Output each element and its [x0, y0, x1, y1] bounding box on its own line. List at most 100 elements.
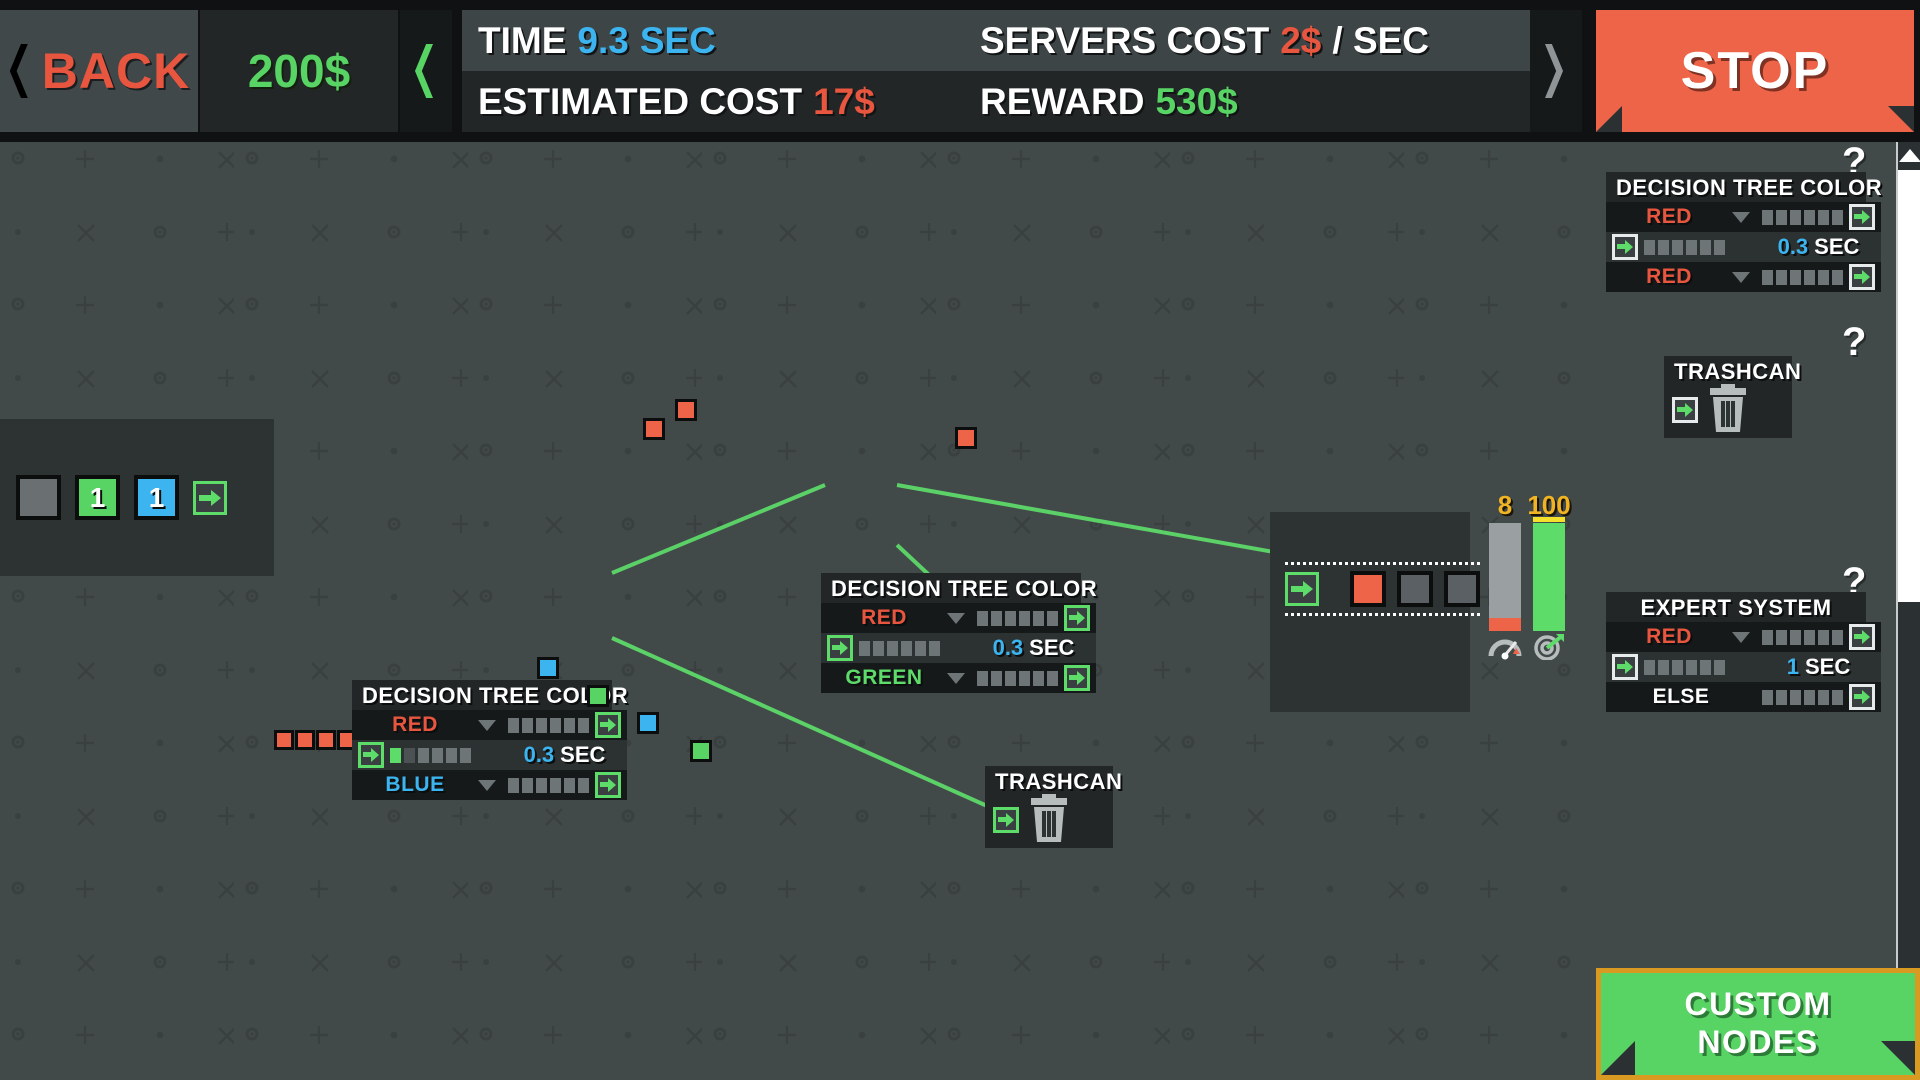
back-button-label: BACK: [41, 43, 191, 99]
chevron-down-icon[interactable]: [1732, 271, 1750, 283]
condition-row-1[interactable]: RED: [821, 603, 971, 633]
stats-prev-button[interactable]: [400, 10, 452, 132]
swatch-green: 1: [75, 475, 120, 520]
source-node[interactable]: 1 1: [0, 419, 274, 576]
packet-in-transit: [537, 657, 559, 679]
output-slot: [1397, 571, 1433, 607]
gauge-value: 8: [1497, 490, 1513, 520]
node-processing-time[interactable]: 0.3 SEC: [971, 633, 1096, 663]
help-icon-2[interactable]: ?: [1842, 320, 1866, 365]
node-input-port[interactable]: [358, 742, 384, 768]
condition-row-2[interactable]: BLUE: [352, 770, 502, 800]
money-value: 200$: [247, 45, 351, 97]
node-decision-tree-1[interactable]: DECISION TREE COLOR RED BLUE 0.3 SEC: [352, 680, 628, 800]
packet-in-transit: [587, 685, 609, 707]
arrow-right-icon: [1854, 270, 1870, 284]
chevron-down-icon[interactable]: [1732, 631, 1750, 643]
arrow-right-icon: [600, 778, 616, 792]
palette-scroll-area[interactable]: ? DECISION TREE COLOR RED RED 0.3 SEC ? …: [1596, 142, 1896, 1080]
palette-output-port-1[interactable]: [1849, 204, 1875, 230]
palette-output-port-1[interactable]: [1849, 624, 1875, 650]
node-output-port-1[interactable]: [1064, 605, 1090, 631]
target-icon: [1534, 634, 1564, 660]
condition-row-1[interactable]: RED: [1606, 622, 1756, 652]
node-output-port-2[interactable]: [595, 772, 621, 798]
packet: [274, 730, 294, 750]
arrow-right-icon: [363, 748, 379, 762]
chevron-down-icon[interactable]: [947, 612, 965, 624]
swatch-blue: 1: [134, 475, 179, 520]
palette-input-port[interactable]: [1612, 654, 1638, 680]
palette-outputs: 0.3 SEC: [1756, 202, 1881, 292]
stats-next-button[interactable]: [1530, 10, 1582, 132]
node-input-port[interactable]: [827, 635, 853, 661]
back-button[interactable]: BACK: [0, 10, 198, 132]
palette-scrollbar[interactable]: [1896, 142, 1920, 1080]
custom-nodes-line-2: NODES: [1697, 1024, 1819, 1060]
palette-output-port-2[interactable]: [1849, 264, 1875, 290]
arrow-right-icon: [1069, 671, 1085, 685]
node-title: DECISION TREE COLOR: [831, 576, 1098, 601]
source-output-port[interactable]: [193, 480, 227, 515]
palette-item-expert-system[interactable]: EXPERT SYSTEM RED ELSE 1 SEC: [1606, 592, 1881, 712]
node-decision-tree-2[interactable]: DECISION TREE COLOR RED GREEN 0.3 SEC: [821, 573, 1098, 693]
trashcan-input-port[interactable]: [993, 807, 1019, 833]
palette-outputs: 1 SEC: [1756, 622, 1881, 712]
condition-row-1[interactable]: RED: [352, 710, 502, 740]
stat-label: ESTIMATED COST: [478, 80, 803, 122]
condition-row-2[interactable]: RED: [1606, 262, 1756, 292]
gauge-accuracy: 100: [1527, 490, 1571, 660]
node-output-port-2[interactable]: [1064, 665, 1090, 691]
node-processing-time[interactable]: 0.3 SEC: [502, 740, 627, 770]
packet-in-transit: [637, 712, 659, 734]
palette-output-port-2[interactable]: [1849, 684, 1875, 710]
arrow-right-icon: [1677, 403, 1693, 417]
palette-processing-time[interactable]: 1 SEC: [1756, 652, 1881, 682]
time-value: 0.3: [1777, 234, 1809, 259]
palette-item-body: RED RED 0.3 SEC: [1606, 202, 1881, 292]
arrow-right-icon: [832, 641, 848, 655]
arrow-right-icon: [600, 718, 616, 732]
time-unit: SEC: [1814, 234, 1860, 259]
gauge-speed: 8: [1488, 490, 1522, 660]
input-capacity-pips: [390, 747, 471, 763]
condition-row-1[interactable]: RED: [1606, 202, 1756, 232]
chevron-down-icon[interactable]: [478, 779, 496, 791]
swatch-count: 1: [148, 481, 165, 513]
condition-row-2[interactable]: GREEN: [821, 663, 971, 693]
palette-item-decision-tree[interactable]: DECISION TREE COLOR RED RED 0.3 SEC: [1606, 172, 1882, 292]
arrow-right-icon: [199, 489, 221, 507]
stat-unit: / SEC: [1332, 19, 1430, 61]
chevron-down-icon[interactable]: [947, 672, 965, 684]
node-conditions: RED BLUE: [352, 710, 502, 800]
palette-item-trashcan[interactable]: TRASHCAN: [1664, 356, 1801, 438]
output-slot: [1444, 571, 1480, 607]
arrow-right-icon: [1854, 690, 1870, 704]
time-value: 1: [1786, 654, 1799, 679]
node-input-row: [821, 633, 971, 663]
output-row-2: [971, 663, 1096, 693]
packet-in-transit: [690, 740, 712, 762]
time-value: 0.3: [523, 742, 555, 767]
chevron-down-icon[interactable]: [1732, 211, 1750, 223]
node-canvas[interactable]: 1 1 DECISION TREE COLOR RED BLUE 0.3 SEC…: [0, 142, 1596, 1080]
palette-processing-time[interactable]: 0.3 SEC: [1756, 232, 1881, 262]
scrollbar-thumb[interactable]: [1898, 170, 1920, 602]
arrow-right-icon: [1617, 240, 1633, 254]
node-trashcan[interactable]: TRASHCAN: [985, 766, 1122, 848]
stat-value: 17$: [813, 80, 875, 122]
node-output-port-1[interactable]: [595, 712, 621, 738]
palette-item-body: RED ELSE 1 SEC: [1606, 622, 1881, 712]
stop-button[interactable]: STOP: [1596, 10, 1914, 132]
custom-nodes-button[interactable]: CUSTOM NODES: [1596, 968, 1920, 1080]
node-body: RED BLUE 0.3 SEC: [352, 710, 627, 800]
output-input-port[interactable]: [1285, 572, 1319, 606]
scroll-up-button[interactable]: [1898, 142, 1920, 168]
palette-input-port[interactable]: [1612, 234, 1638, 260]
condition-row-2[interactable]: ELSE: [1606, 682, 1756, 712]
condition-label: RED: [1646, 205, 1692, 228]
output-row-1: [502, 710, 627, 740]
chevron-down-icon[interactable]: [478, 719, 496, 731]
palette-trashcan-port[interactable]: [1672, 397, 1698, 423]
output-pips: [1762, 269, 1843, 285]
